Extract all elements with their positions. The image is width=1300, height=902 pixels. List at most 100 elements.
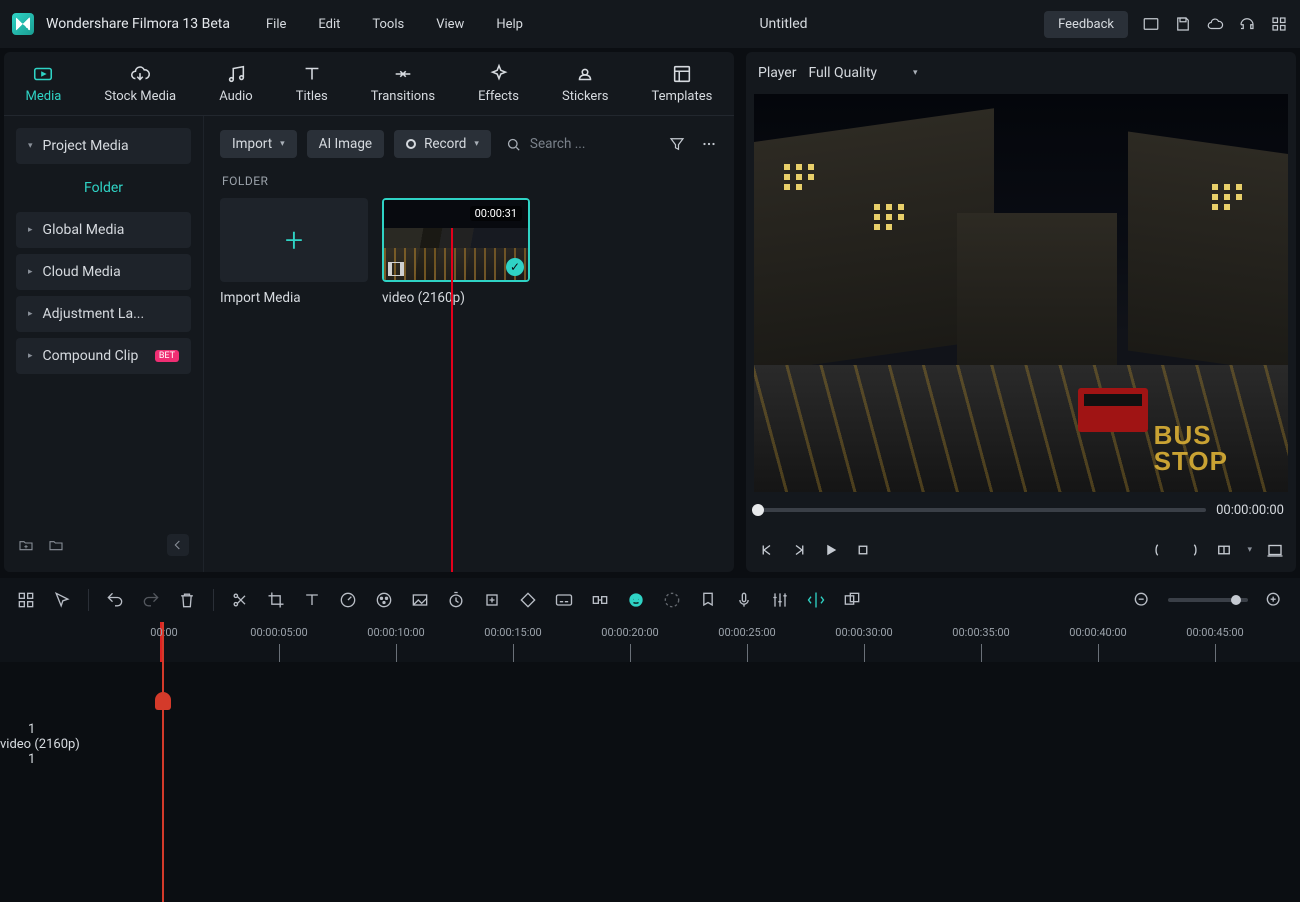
search-input[interactable] [530, 136, 610, 152]
text-tool-icon[interactable] [302, 590, 322, 610]
main-menu: File Edit Tools View Help [266, 17, 523, 32]
next-frame-icon[interactable] [790, 541, 808, 559]
subtitle-icon[interactable] [554, 590, 574, 610]
search-field[interactable] [505, 136, 610, 153]
import-dropdown[interactable]: Import▾ [220, 130, 297, 158]
tab-titles[interactable]: Titles [288, 63, 336, 104]
timer-icon[interactable] [446, 590, 466, 610]
color-icon[interactable] [374, 590, 394, 610]
more-icon[interactable] [700, 135, 718, 153]
ruler-label: 00:00:35:00 [952, 626, 1009, 639]
render-icon[interactable] [662, 590, 682, 610]
feedback-button[interactable]: Feedback [1044, 11, 1128, 38]
sidebar-item-global-media[interactable]: ▸Global Media [16, 212, 191, 248]
sidebar-item-cloud-media[interactable]: ▸Cloud Media [16, 254, 191, 290]
marker-icon[interactable] [698, 590, 718, 610]
tab-stock-media[interactable]: Stock Media [96, 63, 184, 104]
new-folder-icon[interactable] [18, 537, 34, 553]
cloud-icon[interactable] [1206, 15, 1224, 33]
player-controls: ▾ [746, 528, 1296, 572]
prev-frame-icon[interactable] [758, 541, 776, 559]
ruler-label: 00:00:45:00 [1186, 626, 1243, 639]
mark-out-icon[interactable] [1183, 541, 1201, 559]
plus-icon: + [285, 221, 303, 259]
crop-ratio-icon[interactable] [1215, 541, 1233, 559]
ai-assistant-icon[interactable] [626, 590, 646, 610]
audio-mixer-icon[interactable] [770, 590, 790, 610]
menu-help[interactable]: Help [496, 17, 523, 32]
keyframe-add-icon[interactable] [482, 590, 502, 610]
playhead[interactable] [162, 622, 164, 902]
video-tile-label: video (2160p) [382, 290, 530, 306]
redo-icon[interactable] [141, 590, 161, 610]
app-title: Wondershare Filmora 13 Beta [46, 16, 230, 32]
menu-tools[interactable]: Tools [372, 17, 404, 32]
sidebar-item-compound-clip[interactable]: ▸Compound ClipBET [16, 338, 191, 374]
sidebar-item-folder[interactable]: Folder [16, 170, 191, 206]
media-icon [32, 63, 54, 85]
timeline-clip[interactable]: video (2160p) [0, 737, 1300, 752]
ruler-label: 00:00:15:00 [484, 626, 541, 639]
collapse-sidebar-icon[interactable] [167, 534, 189, 556]
sidebar-item-adjustment-layer[interactable]: ▸Adjustment La... [16, 296, 191, 332]
quality-dropdown[interactable]: Full Quality▾ [808, 61, 917, 85]
tool-grid-icon[interactable] [16, 590, 36, 610]
scrub-bar: 00:00:00:00 [746, 492, 1296, 528]
search-icon [505, 136, 522, 153]
delete-icon[interactable] [177, 590, 197, 610]
preview-viewport[interactable]: BUS STOP [754, 94, 1288, 492]
ruler-label: 00:00 [150, 626, 177, 639]
mask-icon[interactable] [410, 590, 430, 610]
video-clip-tile[interactable]: 00:00:31 ✓ [382, 198, 530, 282]
filter-icon[interactable] [668, 135, 686, 153]
import-media-tile[interactable]: + [220, 198, 368, 282]
menu-edit[interactable]: Edit [318, 17, 340, 32]
record-dropdown[interactable]: Record▾ [394, 130, 491, 158]
zoom-in-icon[interactable] [1264, 590, 1284, 610]
sidebar-item-project-media[interactable]: ▾Project Media [16, 128, 191, 164]
text-icon [301, 63, 323, 85]
mark-in-icon[interactable] [1151, 541, 1169, 559]
speed-icon[interactable] [338, 590, 358, 610]
keyframe-icon[interactable] [518, 590, 538, 610]
stop-icon[interactable] [854, 541, 872, 559]
detach-audio-icon[interactable] [590, 590, 610, 610]
ruler-label: 00:00:30:00 [835, 626, 892, 639]
sidebar-bottom [16, 530, 191, 560]
ai-image-button[interactable]: AI Image [307, 130, 384, 158]
scrub-handle[interactable] [752, 504, 764, 516]
tab-audio[interactable]: Audio [211, 63, 260, 104]
voice-icon[interactable] [734, 590, 754, 610]
split-icon[interactable] [230, 590, 250, 610]
auto-ripple-icon[interactable] [806, 590, 826, 610]
headset-icon[interactable] [1238, 15, 1256, 33]
record-dot-icon [406, 139, 416, 149]
player-bar: Player Full Quality▾ [746, 52, 1296, 94]
zoom-slider[interactable] [1168, 598, 1248, 602]
tab-transitions[interactable]: Transitions [363, 63, 443, 104]
tab-effects[interactable]: Effects [470, 63, 527, 104]
menu-file[interactable]: File [266, 17, 286, 32]
chevron-down-icon[interactable]: ▾ [1247, 545, 1252, 555]
video-track-lane[interactable]: video (2160p) [0, 737, 1300, 752]
tab-media[interactable]: Media [18, 63, 70, 104]
menu-view[interactable]: View [436, 17, 464, 32]
grid-icon[interactable] [1270, 15, 1288, 33]
zoom-out-icon[interactable] [1132, 590, 1152, 610]
tab-templates[interactable]: Templates [644, 63, 721, 104]
undo-icon[interactable] [105, 590, 125, 610]
save-icon[interactable] [1174, 15, 1192, 33]
ruler-label: 00:00:25:00 [718, 626, 775, 639]
document-title: Untitled [535, 16, 1032, 32]
play-icon[interactable] [822, 541, 840, 559]
upper-area: Media Stock Media Audio Titles Transitio… [0, 48, 1300, 572]
group-icon[interactable] [842, 590, 862, 610]
crop-icon[interactable] [266, 590, 286, 610]
tab-stickers[interactable]: Stickers [554, 63, 616, 104]
folder-icon[interactable] [48, 537, 64, 553]
fullscreen-icon[interactable] [1266, 541, 1284, 559]
scrub-track[interactable] [758, 508, 1206, 512]
timeline-ruler[interactable]: 00:00 00:00:05:00 00:00:10:00 00:00:15:0… [160, 622, 1300, 662]
layout-icon[interactable] [1142, 15, 1160, 33]
selection-tool-icon[interactable] [52, 590, 72, 610]
